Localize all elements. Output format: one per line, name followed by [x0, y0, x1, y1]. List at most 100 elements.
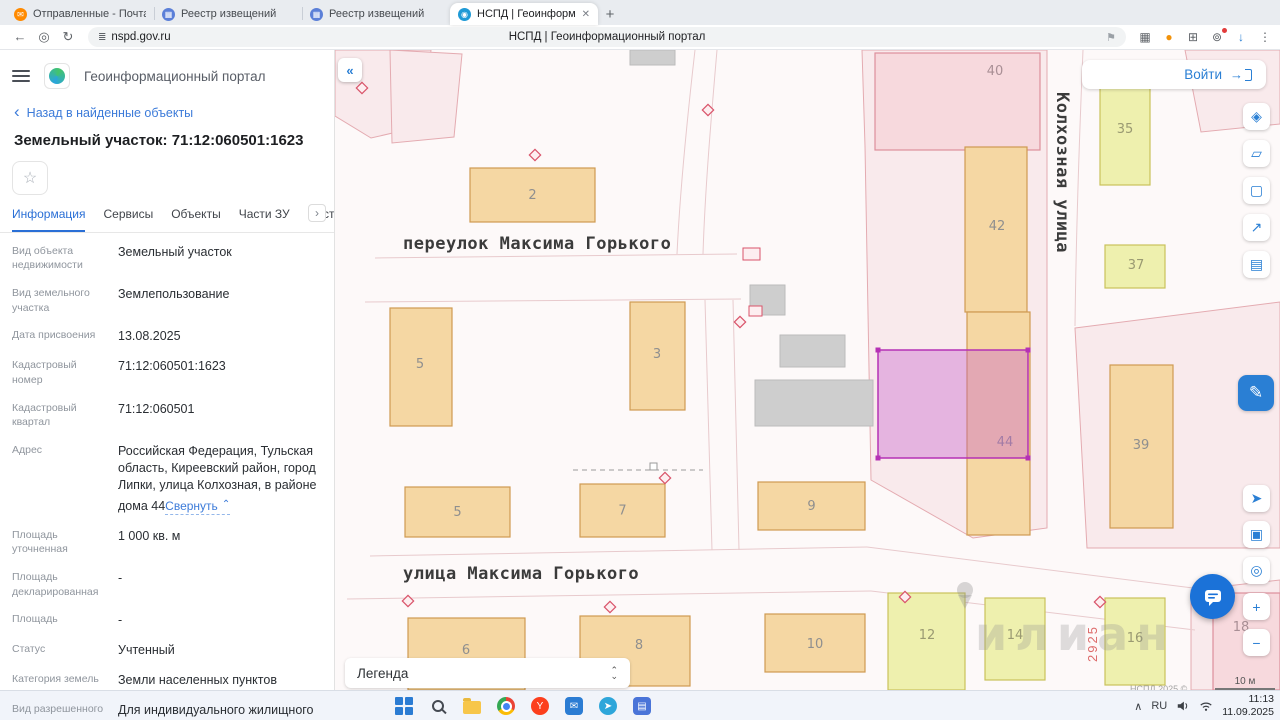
tab-части зу[interactable]: Части ЗУ: [239, 207, 290, 232]
browser-tab[interactable]: ▦ Реестр извещений ✕: [302, 3, 450, 25]
legend-label: Легенда: [357, 665, 409, 681]
url-text: nspd.gov.ru: [111, 31, 171, 43]
selected-parcel-highlight: [877, 349, 1029, 459]
map-tool-locate[interactable]: ➤: [1243, 485, 1270, 512]
back-to-results-link[interactable]: ‹ Назад в найденные объекты: [0, 97, 334, 122]
cadastral-map[interactable]: 253579404244353739681012141618илиан2925п…: [335, 50, 1280, 690]
chat-button[interactable]: [1190, 574, 1235, 619]
start-button[interactable]: [394, 696, 414, 716]
parcel-number: 3: [653, 347, 661, 362]
profile-icon[interactable]: ●: [1162, 30, 1176, 44]
map-tool-extent[interactable]: ▢: [1243, 177, 1270, 204]
back-button-icon[interactable]: ←: [8, 29, 32, 45]
bookmark-flag-icon[interactable]: ⚑: [1106, 31, 1116, 44]
extensions-icon-icon[interactable]: ◎: [32, 29, 56, 45]
mail-app[interactable]: ✉: [564, 696, 584, 716]
map-tool-draw[interactable]: ✎: [1238, 375, 1274, 411]
map-tool-layers[interactable]: ◈: [1243, 103, 1270, 130]
map-viewport[interactable]: 253579404244353739681012141618илиан2925п…: [335, 50, 1280, 690]
collapse-sidebar-button[interactable]: «: [338, 58, 362, 82]
sidebar-tabs: ИнформацияСервисыОбъектыЧасти ЗУСостав›: [0, 199, 334, 233]
selection-corner: [875, 347, 881, 353]
zoom-out-button[interactable]: −: [1243, 629, 1270, 656]
yandex-browser[interactable]: Y: [530, 696, 550, 716]
parcel-number: 2: [528, 188, 536, 203]
info-field: Категория земель Земли населенных пункто…: [12, 666, 322, 696]
browser-tab[interactable]: ✉ Отправленные - Почта M... ✕: [6, 3, 154, 25]
browser-tabs: ✉ Отправленные - Почта M... ✕ ▦ Реестр и…: [6, 3, 598, 25]
info-field: Кадастровый квартал 71:12:060501: [12, 394, 322, 436]
tab-объекты[interactable]: Объекты: [171, 207, 221, 232]
field-label: Адрес: [12, 443, 43, 456]
selection-corner: [875, 455, 881, 461]
language-indicator[interactable]: RU: [1151, 700, 1167, 712]
clock-date: 11.09.2025: [1222, 706, 1274, 718]
parcel-number: 37: [1128, 258, 1145, 273]
browser-tab[interactable]: ◉ НСПД | Геоинформаци... ✕: [450, 3, 598, 25]
tab-favicon: ▦: [162, 7, 175, 21]
tab-favicon: ✉: [14, 7, 27, 21]
tab-close-icon[interactable]: ✕: [582, 9, 590, 20]
favorite-star-button[interactable]: ☆: [12, 161, 48, 195]
field-label: Площадь уточненная: [12, 528, 68, 556]
apps-grid-icon[interactable]: ⊞: [1186, 30, 1200, 44]
parcel-number: 39: [1133, 438, 1150, 453]
telegram-app[interactable]: ➤: [598, 696, 618, 716]
map-tool-measure[interactable]: ▱: [1243, 140, 1270, 167]
field-value: 71:12:060501: [118, 401, 195, 416]
extensions-icon[interactable]: ▦: [1138, 30, 1152, 44]
tabs-scroll-right-button[interactable]: ›: [308, 204, 326, 222]
zoom-in-button[interactable]: +: [1243, 593, 1270, 620]
back-link-label: Назад в найденные объекты: [26, 105, 194, 120]
field-label: Вид земельного участка: [12, 286, 90, 314]
downloads-icon[interactable]: ↓: [1234, 30, 1248, 44]
search-button[interactable]: [428, 696, 448, 716]
parcel-number: 35: [1117, 122, 1134, 137]
chrome-browser[interactable]: [496, 696, 516, 716]
map-tool-overview[interactable]: ▣: [1243, 521, 1270, 548]
login-door-icon: →: [1230, 67, 1252, 82]
menu-burger-icon[interactable]: [12, 70, 30, 82]
browser-menu-icon[interactable]: ⋮: [1258, 30, 1272, 44]
login-button[interactable]: Войти →: [1082, 60, 1266, 89]
sidebar-header: Геоинформационный портал: [0, 50, 334, 97]
tray-expand-icon[interactable]: ∧: [1134, 700, 1142, 713]
documents-app-icon: ▤: [633, 697, 651, 715]
tab-информация[interactable]: Информация: [12, 207, 86, 232]
chrome-browser-icon: [497, 697, 515, 715]
cadastral-block: [389, 50, 463, 144]
file-explorer[interactable]: [462, 696, 482, 716]
watermark-text: илиан: [975, 607, 1176, 661]
network-wifi-icon[interactable]: [1199, 699, 1213, 713]
map-tool-coords[interactable]: ◎: [1243, 557, 1270, 584]
notifications-icon[interactable]: ⊚: [1210, 28, 1227, 44]
new-tab-button[interactable]: +: [598, 3, 622, 25]
reload-button-icon[interactable]: ↻: [56, 29, 80, 45]
street-label: переулок Максима Горького: [403, 234, 671, 254]
speaker-icon[interactable]: [1176, 699, 1190, 713]
browser-tab[interactable]: ▦ Реестр извещений ✕: [154, 3, 302, 25]
info-field: Площадь -: [12, 606, 322, 636]
documents-app[interactable]: ▤: [632, 696, 652, 716]
tab-title: Реестр извещений: [181, 8, 277, 20]
telegram-app-icon: ➤: [599, 697, 617, 715]
map-tool-print[interactable]: ▤: [1243, 251, 1270, 278]
clock[interactable]: 11:13 11.09.2025: [1222, 693, 1274, 719]
parcel-number: 7: [618, 504, 626, 519]
legend-bar[interactable]: Легенда ⌃ ⌄: [345, 658, 630, 688]
nspd-logo-icon[interactable]: [44, 63, 70, 89]
collapse-address-link[interactable]: Свернуть ⌃: [165, 498, 231, 515]
field-value: Земли населенных пунктов: [118, 673, 277, 688]
address-bar[interactable]: ≣ nspd.gov.ru НСПД | Геоинформационный п…: [88, 27, 1126, 47]
site-chip[interactable]: ≣ nspd.gov.ru: [98, 31, 171, 43]
field-label: Вид объекта недвижимости: [12, 244, 83, 272]
field-label: Дата присвоения: [12, 329, 96, 342]
map-parcel-40[interactable]: [874, 52, 1041, 151]
parcel-number: 6: [462, 643, 470, 658]
site-settings-icon[interactable]: ≣: [98, 32, 106, 43]
field-label: Кадастровый номер: [12, 359, 77, 386]
map-tool-share[interactable]: ↗: [1243, 214, 1270, 241]
tab-сервисы[interactable]: Сервисы: [103, 207, 153, 232]
file-explorer-icon: [463, 698, 481, 714]
parcel-number: 5: [453, 505, 461, 520]
